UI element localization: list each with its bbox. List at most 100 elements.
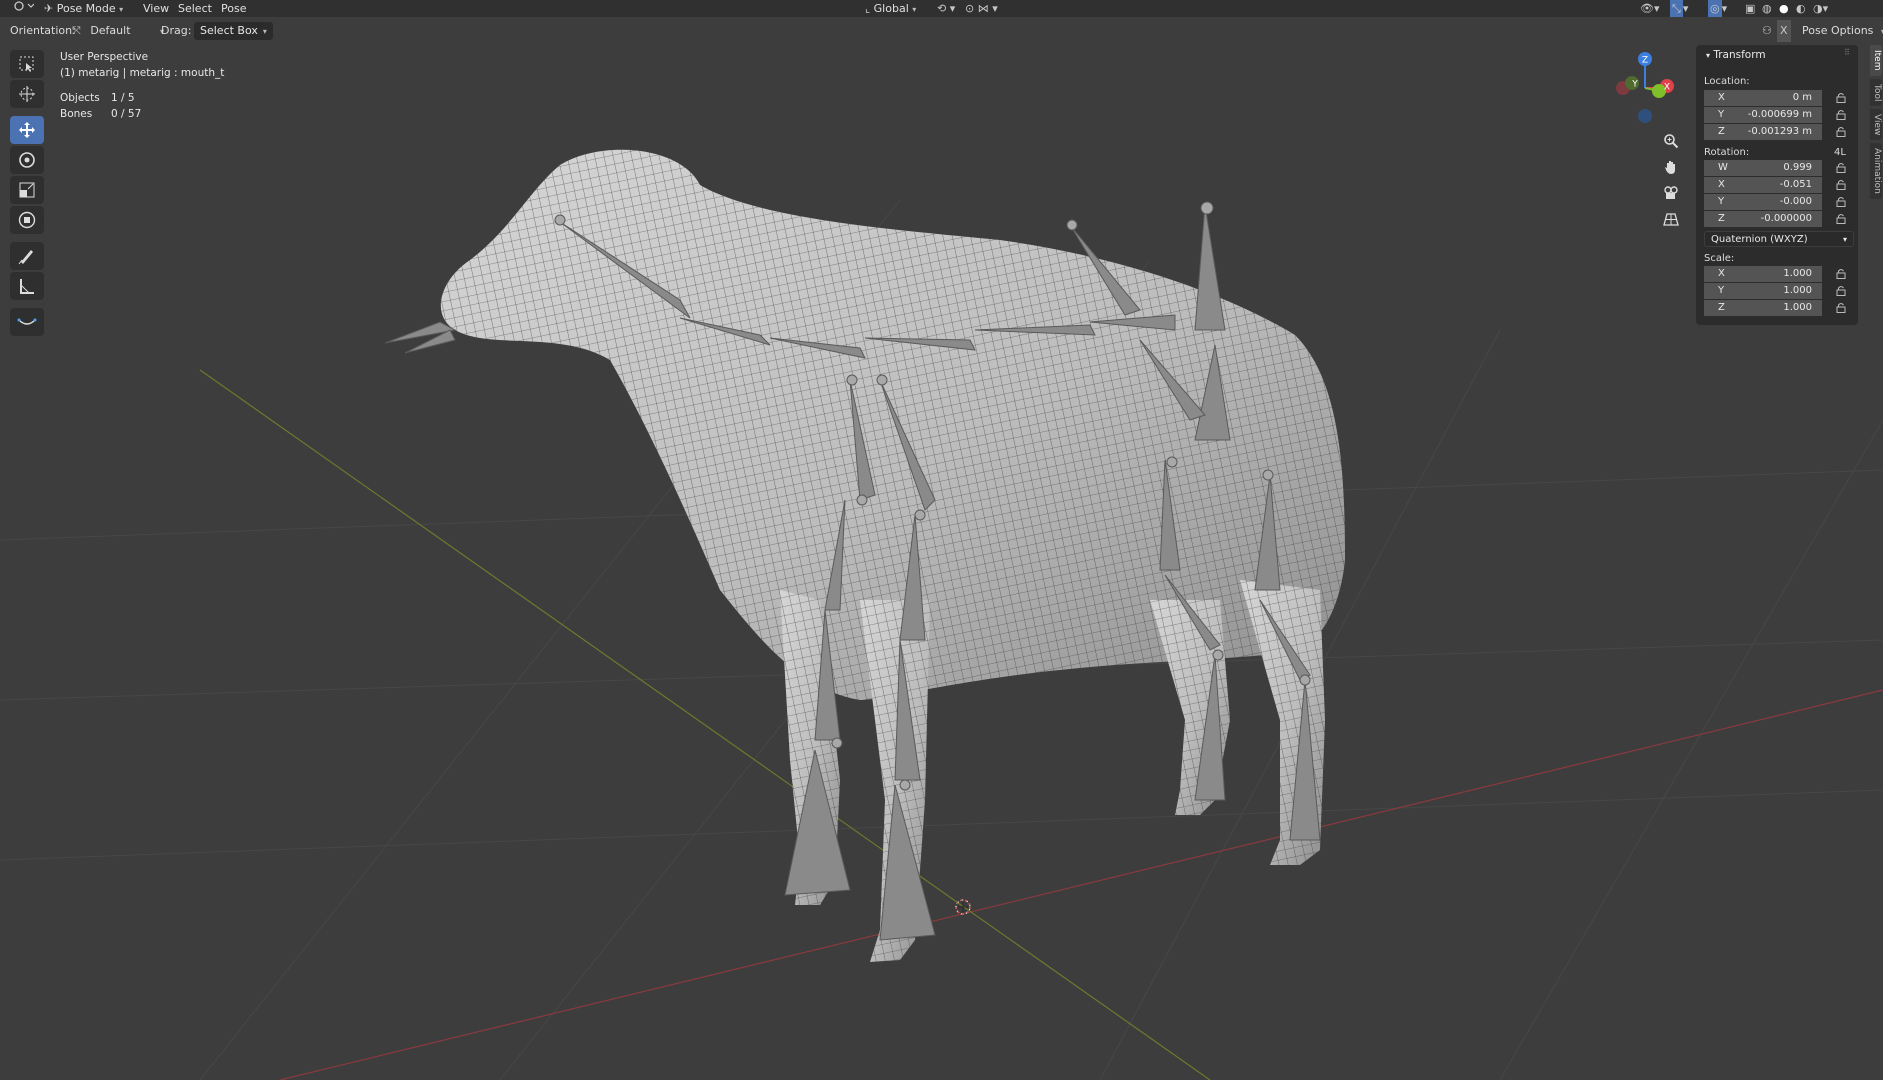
snap-toggle[interactable]: ⊙ ⋈ ▾ [965,0,998,17]
lock-icon[interactable] [1836,285,1846,296]
drag-dropdown[interactable]: Select Box ▾ [194,22,273,40]
rotation-z-field[interactable]: Z -0.000000 [1704,211,1822,227]
tool-header: Orientation: ⤧ Default ▾ Drag: Select Bo… [0,20,1883,42]
lock-icon[interactable] [1836,196,1846,207]
xray-toggle[interactable]: ▣ [1745,0,1755,17]
mode-label: Pose Mode [56,2,116,15]
zoom-icon [1664,134,1679,149]
lock-icon[interactable] [1836,213,1846,224]
pose-mode-icon: ✈ [44,2,54,15]
scale-tool[interactable] [10,176,44,204]
transform-orientation-label: Global [873,2,909,15]
scale-icon [19,182,35,198]
move-tool[interactable] [10,116,44,144]
scale-label: Scale: [1704,253,1735,264]
gizmo-x-label: X [1664,83,1670,93]
lock-icon[interactable] [1836,109,1846,120]
sidebar-tabs: Item Tool View Animation [1870,45,1883,202]
hand-icon [1665,161,1675,174]
rotate-icon [19,152,35,168]
location-y-field[interactable]: Y -0.000699 m [1704,107,1822,123]
mode-selector[interactable]: ✈ Pose Mode ▾ [44,0,123,17]
lock-icon[interactable] [1836,92,1846,103]
tab-animation[interactable]: Animation [1870,143,1882,200]
overlays-toggle[interactable]: ◎ ▾ [1708,0,1727,17]
lock-icon[interactable] [1836,302,1846,313]
lock-icon[interactable] [1836,179,1846,190]
pose-options-dropdown[interactable]: Pose Options ▾ [1802,20,1883,42]
x-mirror-toggle[interactable]: X [1777,20,1791,42]
relax-icon [17,318,37,325]
select-box-icon [19,56,34,72]
pose-options-label: Pose Options [1802,24,1874,37]
eye-icon: 👁▾ [1640,2,1660,15]
chevron-down-icon: ▾ [1842,235,1847,244]
scale-z-field[interactable]: Z 1.000 [1704,300,1822,316]
rotation-w-field[interactable]: W 0.999 [1704,160,1822,176]
active-object-label: (1) metarig | metarig : mouth_t [60,67,225,79]
stats-objects-value: 1 / 5 [111,92,135,104]
shading-material[interactable]: ◐ [1796,0,1806,17]
orientation-gizmo-icon: ⤧ [72,24,81,37]
solid-shading-icon: ● [1779,2,1789,15]
menu-pose[interactable]: Pose [221,0,246,17]
overlays-icon: ◎ [1708,0,1722,17]
chevron-down-icon: ▾ [912,5,917,14]
transform-orientation-dropdown[interactable]: ⌞ Global ▾ [865,0,916,17]
pivot-point-dropdown[interactable]: ⟲ ▾ [937,0,955,17]
rotate-tool[interactable] [10,146,44,174]
transform-panel-header[interactable]: ▾ Transform [1706,49,1766,61]
rotation-mode-dropdown[interactable]: Quaternion (WXYZ) ▾ [1704,231,1854,247]
menu-select[interactable]: Select [178,0,212,17]
shading-solid[interactable]: ● [1779,0,1789,17]
measure-tool[interactable] [10,272,44,300]
gizmo-icon: ⤡ [1670,0,1683,17]
camera-icon [1664,186,1678,199]
bone-collection-icon[interactable]: ⚇ [1762,20,1772,42]
zoom-button[interactable] [1660,130,1682,152]
orientation-value: Default [90,24,131,37]
rotation-4l-toggle[interactable]: 4L [1834,147,1846,158]
select-box-tool[interactable] [10,50,44,78]
pan-button[interactable] [1660,156,1682,178]
scale-x-field[interactable]: X 1.000 [1704,266,1822,282]
scale-y-field[interactable]: Y 1.000 [1704,283,1822,299]
editor-type-icon[interactable] [14,0,35,17]
tab-view[interactable]: View [1870,108,1882,141]
rotation-x-field[interactable]: X -0.051 [1704,177,1822,193]
annotate-icon [18,250,33,265]
toolbar [10,50,44,338]
gizmo-y-label: Y [1631,80,1638,90]
3d-cursor [955,899,971,915]
viewport-header: ✈ Pose Mode ▾ View Select Pose ⌞ Global … [0,0,1883,17]
stats-bones-value: 0 / 57 [111,108,142,120]
transform-title: Transform [1713,49,1766,61]
navigation-gizmo[interactable]: Z X Y [1605,48,1685,128]
orientation-icon: ⌞ [865,2,871,15]
lock-icon[interactable] [1836,126,1846,137]
shading-wireframe[interactable]: ◍ [1762,0,1772,17]
tab-tool[interactable]: Tool [1870,78,1882,106]
annotate-tool[interactable] [10,242,44,270]
orientation-dropdown[interactable]: ⤧ Default ▾ [72,20,164,42]
shading-rendered[interactable]: ◑▾ [1813,0,1828,17]
gizmo-toggle[interactable]: ⤡ ▾ [1670,0,1688,17]
relax-tool[interactable] [10,308,44,336]
location-z-field[interactable]: Z -0.001293 m [1704,124,1822,140]
xray-icon: ▣ [1745,2,1756,15]
panel-drag-handle-icon[interactable]: ⠿ [1844,48,1850,57]
transform-tool[interactable] [10,206,44,234]
menu-view[interactable]: View [143,0,169,17]
stats-objects-label: Objects [60,92,100,104]
cursor-tool[interactable] [10,80,44,108]
camera-view-button[interactable] [1660,182,1682,204]
rotation-y-field[interactable]: Y -0.000 [1704,194,1822,210]
perspective-toggle-button[interactable] [1660,208,1682,230]
lock-icon[interactable] [1836,268,1846,279]
tab-item[interactable]: Item [1870,45,1882,76]
sheep-model[interactable] [0,0,1883,1080]
wireframe-shading-icon: ◍ [1762,2,1772,15]
lock-icon[interactable] [1836,162,1846,173]
visibility-dropdown[interactable]: 👁▾ [1640,0,1660,17]
location-x-field[interactable]: X0 m [1704,90,1822,106]
